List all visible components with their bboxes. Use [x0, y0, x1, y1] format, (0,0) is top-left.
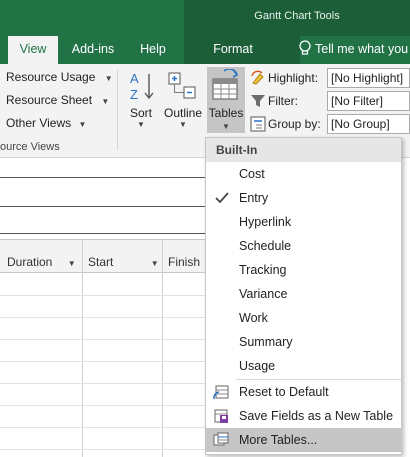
table-row[interactable]	[0, 383, 210, 384]
chevron-down-icon: ▼	[101, 97, 110, 106]
group-by-select[interactable]: [No Group]	[327, 114, 410, 134]
highlight-icon	[251, 70, 264, 85]
outline-button[interactable]: Outline ▼	[162, 106, 204, 129]
chevron-down-icon: ▼	[179, 120, 187, 129]
menu-item-label: Save Fields as a New Table	[239, 409, 394, 423]
outline-icon	[168, 72, 196, 99]
group-by-label: Group by:	[268, 117, 321, 131]
resource-views-group-label: ource Views	[0, 141, 60, 153]
tab-add-ins[interactable]: Add-ins	[62, 36, 124, 64]
other-views-label: Other Views	[6, 116, 72, 130]
more-tables-icon	[213, 432, 229, 446]
menu-item-label: Work	[239, 311, 268, 325]
menu-item-entry[interactable]: Entry	[206, 186, 401, 210]
menu-item-save-fields[interactable]: Save Fields as a New Table	[206, 404, 401, 428]
table-row[interactable]	[0, 317, 210, 318]
timescale-line	[0, 206, 210, 207]
group-by-icon	[250, 116, 266, 132]
tell-me-box[interactable]: Tell me what you	[298, 36, 410, 64]
timescale-line	[0, 177, 210, 178]
filter-icon	[251, 95, 265, 107]
menu-item-label: More Tables...	[239, 433, 318, 447]
table-row[interactable]	[0, 295, 210, 296]
menu-item-label: Hyperlink	[239, 215, 292, 229]
timescale-line	[0, 233, 210, 234]
table-row[interactable]	[0, 427, 210, 428]
ribbon-separator	[117, 70, 118, 150]
menu-item-label: Summary	[239, 335, 293, 349]
chevron-down-icon: ▼	[222, 122, 230, 131]
sort-button[interactable]: Sort ▼	[126, 106, 156, 129]
menu-item-label: Cost	[239, 167, 265, 181]
reset-table-icon	[213, 385, 229, 400]
chevron-down-icon[interactable]: ▼	[151, 259, 159, 268]
menu-item-label: Variance	[239, 287, 288, 301]
menu-item-more-tables[interactable]: More Tables...	[206, 428, 401, 452]
table-icon	[212, 69, 239, 100]
menu-item-tracking[interactable]: Tracking	[206, 258, 401, 282]
menu-item-variance[interactable]: Variance	[206, 282, 401, 306]
tab-view[interactable]: View	[8, 36, 58, 64]
menu-item-label: Entry	[239, 191, 269, 205]
menu-item-reset-to-default[interactable]: Reset to Default	[206, 380, 401, 404]
resource-sheet-button[interactable]: Resource Sheet ▼	[0, 93, 109, 107]
column-header-label: Duration	[7, 255, 53, 269]
column-divider	[82, 240, 83, 457]
filter-label: Filter:	[268, 94, 298, 108]
tables-dropdown-menu: Built-In Cost Entry Hyperlink Schedule T…	[205, 137, 402, 455]
menu-item-usage[interactable]: Usage	[206, 354, 401, 378]
resource-usage-button[interactable]: Resource Usage ▼	[0, 70, 113, 84]
column-header-duration[interactable]: Duration ▼	[7, 255, 76, 269]
menu-item-hyperlink[interactable]: Hyperlink	[206, 210, 401, 234]
resource-usage-label: Resource Usage	[6, 70, 96, 84]
outline-label: Outline	[163, 106, 203, 120]
tell-me-label: Tell me what you	[315, 42, 409, 56]
svg-text:Z: Z	[130, 87, 138, 102]
menu-item-work[interactable]: Work	[206, 306, 401, 330]
resource-sheet-label: Resource Sheet	[6, 93, 93, 107]
column-header-start[interactable]: Start ▼	[88, 255, 159, 269]
column-divider	[162, 240, 163, 457]
chevron-down-icon[interactable]: ▼	[68, 259, 76, 268]
chevron-down-icon: ▼	[137, 120, 145, 129]
chevron-down-icon: ▼	[78, 120, 87, 129]
checkmark-icon	[215, 192, 229, 204]
highlight-label: Highlight:	[268, 71, 319, 85]
menu-item-label: Usage	[239, 359, 276, 373]
table-row[interactable]	[0, 361, 210, 362]
menu-item-summary[interactable]: Summary	[206, 330, 401, 354]
column-header-finish[interactable]: Finish	[168, 255, 200, 269]
chevron-down-icon: ▼	[104, 74, 113, 83]
tables-label: Tables	[208, 106, 244, 120]
highlight-select[interactable]: [No Highlight]	[327, 68, 410, 88]
menu-item-cost[interactable]: Cost	[206, 162, 401, 186]
table-row[interactable]	[0, 339, 210, 340]
column-header-label: Start	[88, 255, 114, 269]
tab-help[interactable]: Help	[128, 36, 178, 64]
menu-item-label: Tracking	[239, 263, 287, 277]
menu-item-label: Reset to Default	[239, 385, 329, 399]
context-tab-header: Gantt Chart Tools	[184, 0, 410, 36]
other-views-button[interactable]: Other Views ▼	[0, 116, 86, 130]
svg-text:A: A	[130, 71, 139, 86]
save-table-icon	[214, 409, 228, 423]
lightbulb-icon	[299, 40, 311, 55]
sort-label: Sort	[129, 106, 152, 120]
menu-item-label: Schedule	[239, 239, 292, 253]
tab-format[interactable]: Format	[194, 36, 272, 64]
table-row[interactable]	[0, 449, 210, 450]
sort-az-icon: A Z	[130, 71, 154, 102]
menu-section-header: Built-In	[206, 138, 401, 162]
filter-select[interactable]: [No Filter]	[327, 91, 410, 111]
menu-item-schedule[interactable]: Schedule	[206, 234, 401, 258]
table-row[interactable]	[0, 405, 210, 406]
